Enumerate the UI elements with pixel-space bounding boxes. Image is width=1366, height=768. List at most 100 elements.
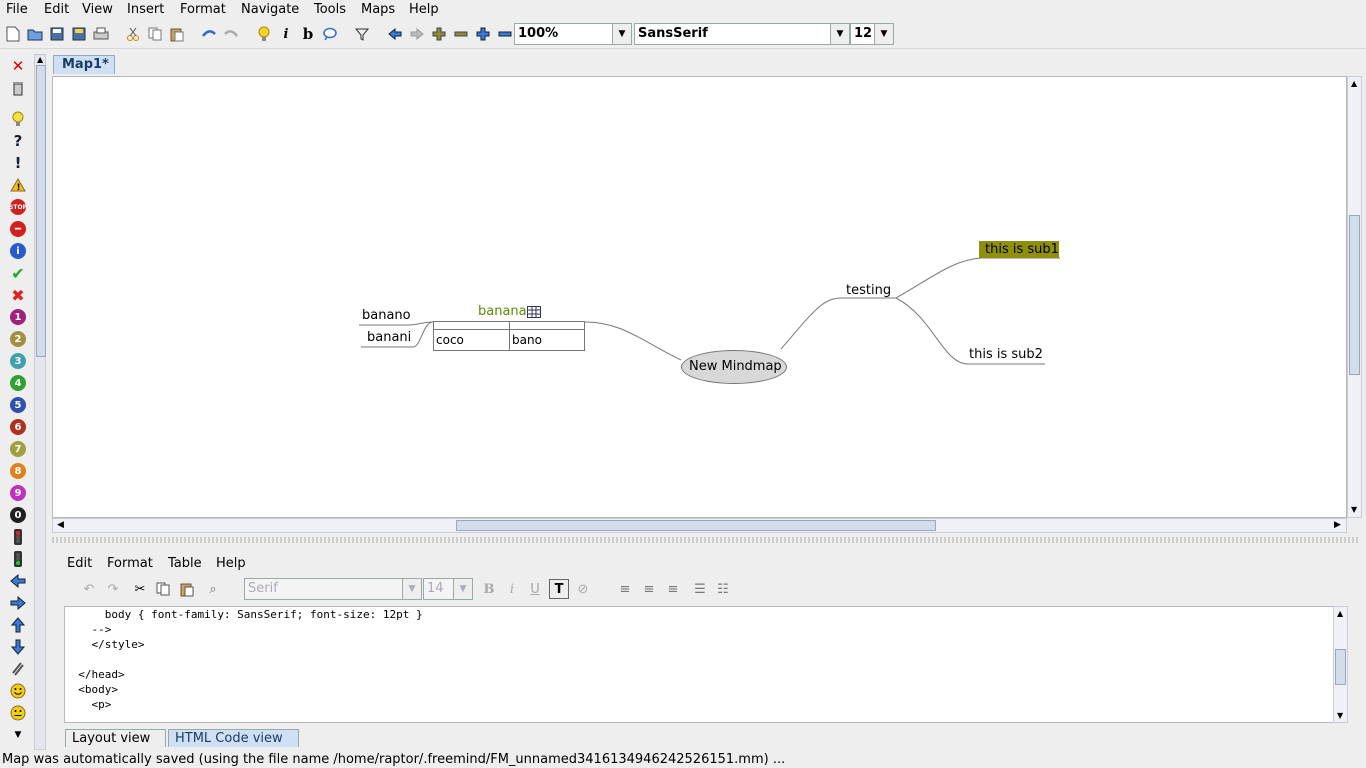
priority-2-icon[interactable]: 2 xyxy=(9,330,27,348)
tab-html-code-view[interactable]: HTML Code view xyxy=(168,729,299,747)
arrow-left-icon[interactable] xyxy=(9,572,27,590)
smiley-neutral-icon[interactable] xyxy=(9,704,27,722)
traffic-light-green-icon[interactable] xyxy=(9,550,27,568)
scroll-right-arrow[interactable]: ▶ xyxy=(1334,520,1341,530)
scroll-thumb[interactable] xyxy=(36,65,46,357)
lightbulb-icon[interactable] xyxy=(254,24,274,44)
undo-icon[interactable]: ↶ xyxy=(79,579,99,599)
exclamation-icon[interactable]: ! xyxy=(9,154,27,172)
bold-icon[interactable]: B xyxy=(479,579,499,599)
scroll-thumb[interactable] xyxy=(456,520,936,531)
scroll-thumb[interactable] xyxy=(1335,649,1346,685)
priority-5-icon[interactable]: 5 xyxy=(9,396,27,414)
zoom-out-icon[interactable] xyxy=(495,24,515,44)
priority-9-icon[interactable]: 9 xyxy=(9,484,27,502)
node-banano[interactable]: banano xyxy=(362,308,411,323)
save-icon[interactable] xyxy=(47,24,67,44)
scroll-down-arrow[interactable]: ▼ xyxy=(1351,505,1357,514)
idea-icon[interactable] xyxy=(9,110,27,128)
menu-file[interactable]: File xyxy=(6,2,28,17)
cut-icon[interactable] xyxy=(123,24,143,44)
stop-icon[interactable]: STOP xyxy=(9,198,27,216)
filter-icon[interactable] xyxy=(352,24,372,44)
scroll-thumb[interactable] xyxy=(1349,215,1360,375)
node-sub1[interactable]: this is sub1 xyxy=(979,241,1059,258)
align-center-icon[interactable]: ≡ xyxy=(639,579,659,599)
smiley-happy-icon[interactable] xyxy=(9,682,27,700)
copy-icon[interactable] xyxy=(153,579,173,599)
menu-view[interactable]: View xyxy=(82,2,113,17)
node-banana[interactable]: banana xyxy=(478,304,527,319)
minus-icon[interactable] xyxy=(451,24,471,44)
splitter-handle[interactable] xyxy=(52,537,1358,543)
node-testing[interactable]: testing xyxy=(846,283,891,298)
copy-icon[interactable] xyxy=(145,24,165,44)
left-toolbar-scrollbar[interactable]: ▲ xyxy=(34,54,46,750)
tab-map1[interactable]: Map1* xyxy=(53,55,115,74)
node-sub2[interactable]: this is sub2 xyxy=(969,347,1043,362)
back-arrow-icon[interactable] xyxy=(385,24,405,44)
attachment-icon[interactable] xyxy=(9,660,27,678)
canvas-vertical-scrollbar[interactable]: ▲ ▼ xyxy=(1347,76,1362,518)
font-size-select[interactable]: 12 ▼ xyxy=(850,23,894,45)
canvas-horizontal-scrollbar[interactable]: ◀ ▶ xyxy=(52,518,1347,533)
paste-icon[interactable] xyxy=(167,24,187,44)
redo-icon[interactable]: ↷ xyxy=(103,579,123,599)
mindmap-canvas[interactable]: New Mindmap testing this is sub1 this is… xyxy=(52,76,1347,518)
scroll-up-arrow[interactable]: ▲ xyxy=(1337,609,1343,618)
scroll-up-arrow[interactable]: ▲ xyxy=(1351,79,1357,88)
align-right-icon[interactable]: ≡ xyxy=(663,579,683,599)
menu-format[interactable]: Format xyxy=(180,2,226,17)
underline-icon[interactable]: U xyxy=(525,579,545,599)
undo-icon[interactable] xyxy=(199,24,219,44)
menu-help[interactable]: Help xyxy=(409,2,439,17)
priority-0-icon[interactable]: 0 xyxy=(9,506,27,524)
plus-icon[interactable] xyxy=(429,24,449,44)
close-icon[interactable]: ✕ xyxy=(9,57,27,75)
question-icon[interactable]: ? xyxy=(9,132,27,150)
cut-icon[interactable]: ✂ xyxy=(130,579,150,599)
html-code-editor[interactable]: body { font-family: SansSerif; font-size… xyxy=(64,606,1334,723)
code-vertical-scrollbar[interactable]: ▲ ▼ xyxy=(1333,606,1348,723)
italic-icon[interactable]: i xyxy=(276,24,296,44)
forward-arrow-icon[interactable] xyxy=(407,24,427,44)
warning-icon[interactable]: ! xyxy=(9,176,27,194)
menu-navigate[interactable]: Navigate xyxy=(241,2,299,17)
priority-1-icon[interactable]: 1 xyxy=(9,308,27,326)
editor-font-size-select[interactable]: 14 ▼ xyxy=(423,578,473,600)
no-entry-icon[interactable]: ━ xyxy=(9,220,27,238)
editor-menu-table[interactable]: Table xyxy=(168,556,202,571)
scroll-up-arrow[interactable]: ▲ xyxy=(37,55,43,64)
scroll-down-icon[interactable]: ▼ xyxy=(9,726,27,744)
trash-icon[interactable] xyxy=(9,79,27,97)
priority-3-icon[interactable]: 3 xyxy=(9,352,27,370)
menu-insert[interactable]: Insert xyxy=(127,2,164,17)
arrow-down-icon[interactable] xyxy=(9,638,27,656)
arrow-right-icon[interactable] xyxy=(9,594,27,612)
priority-8-icon[interactable]: 8 xyxy=(9,462,27,480)
editor-menu-format[interactable]: Format xyxy=(107,556,153,571)
clear-format-icon[interactable]: ⊘ xyxy=(573,579,593,599)
chevron-down-icon[interactable]: ▼ xyxy=(453,579,472,599)
menu-tools[interactable]: Tools xyxy=(314,2,346,17)
align-left-icon[interactable]: ≡ xyxy=(615,579,635,599)
arrow-up-icon[interactable] xyxy=(9,616,27,634)
menu-maps[interactable]: Maps xyxy=(361,2,395,17)
editor-font-family-select[interactable]: Serif ▼ xyxy=(244,578,422,600)
chevron-down-icon[interactable]: ▼ xyxy=(612,24,631,44)
priority-4-icon[interactable]: 4 xyxy=(9,374,27,392)
chevron-down-icon[interactable]: ▼ xyxy=(402,579,421,599)
chevron-down-icon[interactable]: ▼ xyxy=(874,24,893,44)
bold-icon[interactable]: b xyxy=(298,24,318,44)
print-icon[interactable] xyxy=(91,24,111,44)
chevron-down-icon[interactable]: ▼ xyxy=(830,24,849,44)
paste-icon[interactable] xyxy=(177,579,197,599)
zoom-in-icon[interactable] xyxy=(473,24,493,44)
scroll-left-arrow[interactable]: ◀ xyxy=(57,520,64,530)
editor-menu-edit[interactable]: Edit xyxy=(67,556,92,571)
redo-icon[interactable] xyxy=(221,24,241,44)
text-color-icon[interactable]: T xyxy=(549,579,569,599)
numbered-list-icon[interactable]: ☷ xyxy=(713,579,733,599)
zoom-select[interactable]: 100% ▼ xyxy=(514,23,632,45)
node-table[interactable]: coco bano xyxy=(433,321,585,351)
